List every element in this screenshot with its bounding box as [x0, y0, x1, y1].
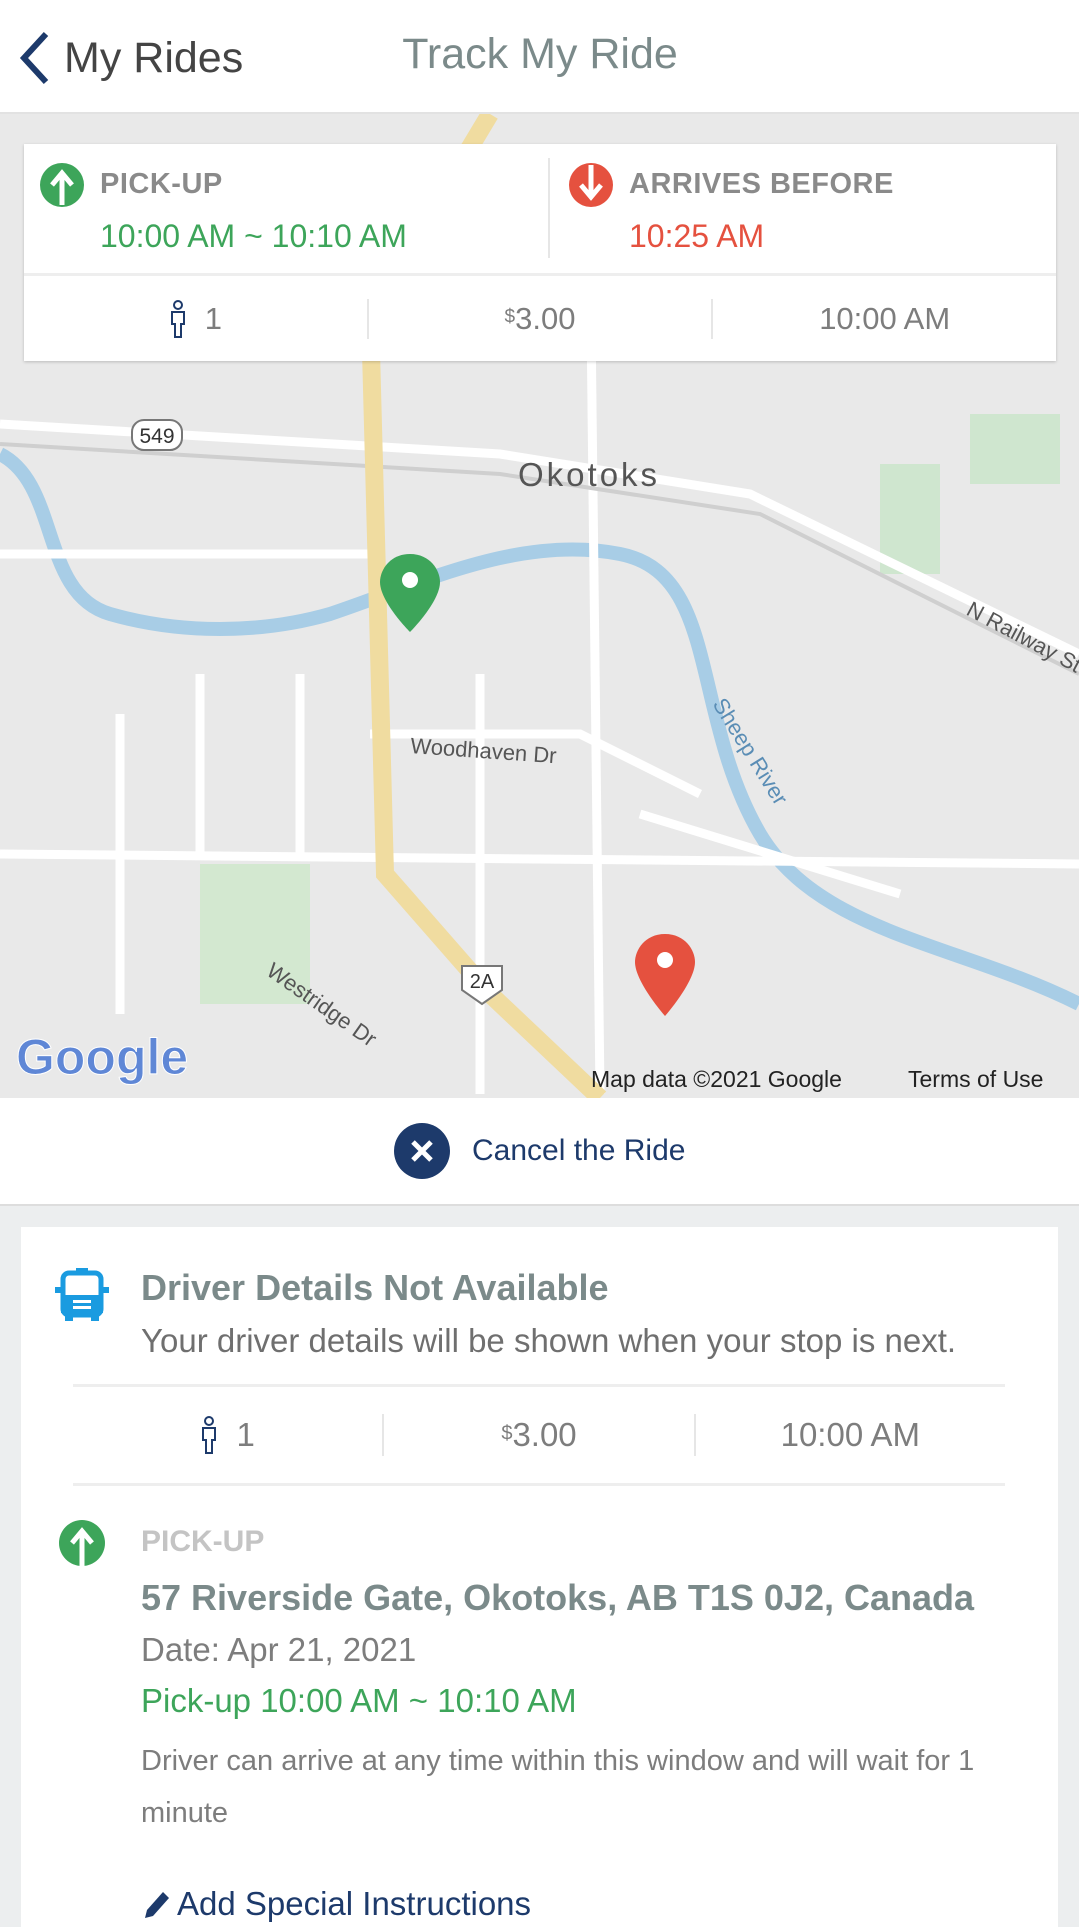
- fare: $3.00: [501, 1416, 577, 1453]
- pickup-section-label: PICK-UP: [141, 1525, 265, 1558]
- ride-time: 10:00 AM: [780, 1416, 921, 1453]
- back-button[interactable]: My Rides: [18, 28, 243, 88]
- map-attribution: Map data ©2021 Google: [591, 1066, 842, 1092]
- driver-status-subtitle: Your driver details will be shown when y…: [141, 1322, 957, 1359]
- ride-stats-row: 1 $3.00 10:00 AM: [24, 276, 1056, 361]
- bus-icon: [55, 1268, 109, 1321]
- app-header: My Rides Track My Ride: [0, 0, 1079, 114]
- pickup-window-detail: Pick-up 10:00 AM ~ 10:10 AM: [141, 1682, 577, 1719]
- add-special-instructions-link[interactable]: Add Special Instructions: [141, 1885, 531, 1923]
- passenger-count: 1: [24, 299, 367, 338]
- terms-of-use-link[interactable]: Terms of Use: [908, 1066, 1043, 1092]
- ride-time: 10:00 AM: [819, 300, 951, 336]
- ride-details-card: Driver Details Not Available Your driver…: [21, 1227, 1058, 1927]
- arrives-before-time: 10:25 AM: [629, 218, 765, 254]
- dropoff-arrow-icon: [569, 163, 613, 207]
- pickup-date: Date: Apr 21, 2021: [141, 1631, 417, 1668]
- highway-549-label: 549: [139, 425, 174, 448]
- driver-status-title: Driver Details Not Available: [141, 1267, 609, 1308]
- pencil-icon: [145, 1892, 169, 1918]
- person-icon: [202, 1416, 217, 1454]
- highway-2a-label: 2A: [470, 971, 495, 993]
- pickup-wait-note: Driver can arrive at any time within thi…: [141, 1745, 975, 1829]
- passenger-count: 1: [73, 1416, 382, 1454]
- pickup-window: 10:00 AM ~ 10:10 AM: [100, 218, 407, 254]
- city-label: Okotoks: [518, 456, 660, 493]
- page-title: Track My Ride: [402, 30, 678, 78]
- back-label: My Rides: [64, 33, 244, 82]
- ride-summary-card: PICK-UP 10:00 AM ~ 10:10 AM ARRIVES BEFO…: [24, 144, 1056, 361]
- pickup-arrow-icon: [59, 1520, 105, 1566]
- fare: $3.00: [504, 300, 576, 336]
- driver-stats-row: 1 $3.00 10:00 AM: [73, 1397, 1005, 1473]
- chevron-left-icon: [19, 31, 49, 85]
- close-circle-icon: [394, 1123, 450, 1179]
- pickup-address: 57 Riverside Gate, Okotoks, AB T1S 0J2, …: [141, 1577, 975, 1618]
- pickup-arrow-icon: [40, 163, 84, 207]
- cancel-ride-button[interactable]: Cancel the Ride: [394, 1123, 685, 1179]
- pickup-label: PICK-UP: [100, 168, 223, 200]
- person-icon: [170, 299, 185, 338]
- arrives-before-label: ARRIVES BEFORE: [629, 168, 894, 200]
- google-logo: Google: [16, 1029, 188, 1085]
